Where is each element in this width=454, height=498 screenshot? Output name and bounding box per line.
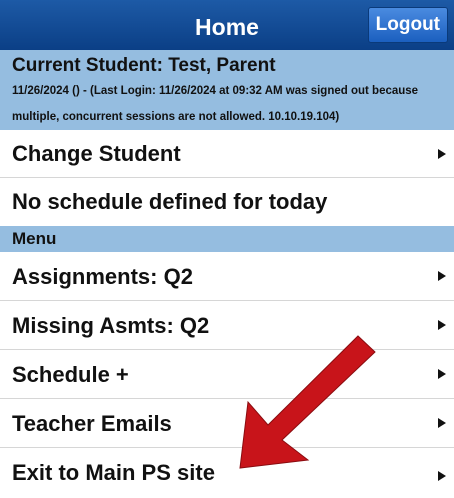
chevron-right-icon <box>438 271 446 281</box>
header-bar: Home Logout <box>0 0 454 50</box>
chevron-right-icon <box>438 320 446 330</box>
change-student-row[interactable]: Change Student <box>0 130 454 178</box>
menu-item-label: Missing Asmts: Q2 <box>12 313 210 338</box>
menu-item-label: Exit to Main PS site <box>12 460 215 485</box>
schedule-status-label: No schedule defined for today <box>12 189 328 214</box>
chevron-right-icon <box>438 418 446 428</box>
menu-item-teacher-emails[interactable]: Teacher Emails <box>0 399 454 448</box>
menu-section-header: Menu <box>0 226 454 252</box>
change-student-label: Change Student <box>12 141 181 166</box>
chevron-right-icon <box>438 471 446 481</box>
menu-item-label: Teacher Emails <box>12 411 172 436</box>
menu-item-schedule[interactable]: Schedule + <box>0 350 454 399</box>
chevron-right-icon <box>438 148 446 159</box>
menu-item-label: Assignments: Q2 <box>12 264 193 289</box>
menu-item-missing-asmts[interactable]: Missing Asmts: Q2 <box>0 301 454 350</box>
menu-item-exit-main-site[interactable]: Exit to Main PS site <box>0 448 454 485</box>
current-student-name: Current Student: Test, Parent <box>12 55 276 76</box>
chevron-right-icon <box>438 369 446 379</box>
schedule-status-row: No schedule defined for today <box>0 178 454 226</box>
login-info-text: 11/26/2024 () - (Last Login: 11/26/2024 … <box>12 85 419 123</box>
menu-item-assignments[interactable]: Assignments: Q2 <box>0 252 454 301</box>
logout-button[interactable]: Logout <box>367 7 448 43</box>
current-student-panel: Current Student: Test, Parent 11/26/2024… <box>0 50 454 130</box>
menu-item-label: Schedule + <box>12 362 129 387</box>
